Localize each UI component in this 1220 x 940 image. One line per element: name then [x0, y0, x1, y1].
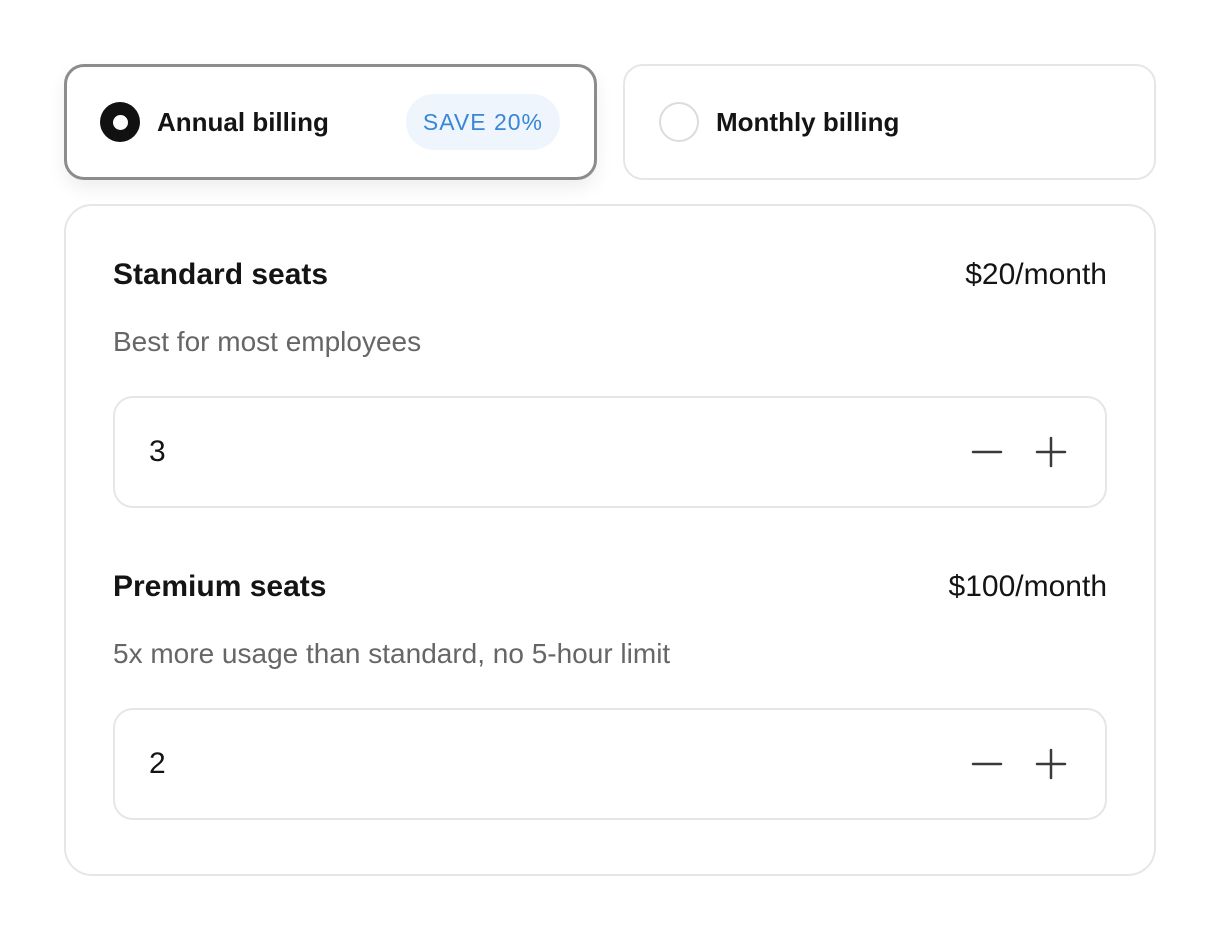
premium-seats-header: Premium seats $100/month [113, 570, 1107, 610]
standard-seats-description: Best for most employees [113, 326, 422, 357]
plus-icon [1035, 436, 1067, 468]
annual-billing-label: Annual billing [157, 106, 329, 137]
premium-seats-section: Premium seats $100/month 5x more usage t… [113, 570, 1107, 820]
standard-seats-stepper: 3 [113, 396, 1107, 508]
billing-options: Annual billing SAVE 20% Monthly billing [64, 64, 1156, 180]
premium-seats-stepper: 2 [113, 708, 1107, 820]
minus-icon [971, 762, 1003, 766]
premium-seats-decrement-button[interactable] [967, 744, 1007, 784]
premium-seats-price: $100/month [948, 570, 1107, 603]
standard-seats-price: $20/month [965, 258, 1107, 291]
seat-selection-panel: Annual billing SAVE 20% Monthly billing … [64, 64, 1156, 876]
premium-seats-description: 5x more usage than standard, no 5-hour l… [113, 638, 671, 669]
standard-seats-quantity[interactable]: 3 [149, 435, 943, 469]
monthly-billing-radio[interactable] [659, 102, 699, 142]
premium-seats-increment-button[interactable] [1031, 744, 1071, 784]
standard-seats-decrement-button[interactable] [967, 432, 1007, 472]
minus-icon [971, 450, 1003, 454]
annual-billing-radio[interactable] [100, 102, 140, 142]
standard-seats-header: Standard seats $20/month [113, 258, 1107, 298]
save-badge: SAVE 20% [405, 94, 560, 150]
premium-seats-title: Premium seats [113, 570, 327, 603]
monthly-billing-label: Monthly billing [716, 106, 900, 137]
plus-icon [1035, 748, 1067, 780]
seats-card: Standard seats $20/month Best for most e… [64, 204, 1156, 876]
standard-seats-title: Standard seats [113, 258, 329, 291]
premium-seats-quantity[interactable]: 2 [149, 747, 943, 781]
standard-seats-increment-button[interactable] [1031, 432, 1071, 472]
annual-billing-option[interactable]: Annual billing SAVE 20% [64, 64, 597, 180]
standard-seats-section: Standard seats $20/month Best for most e… [113, 258, 1107, 508]
monthly-billing-option[interactable]: Monthly billing [623, 64, 1156, 180]
